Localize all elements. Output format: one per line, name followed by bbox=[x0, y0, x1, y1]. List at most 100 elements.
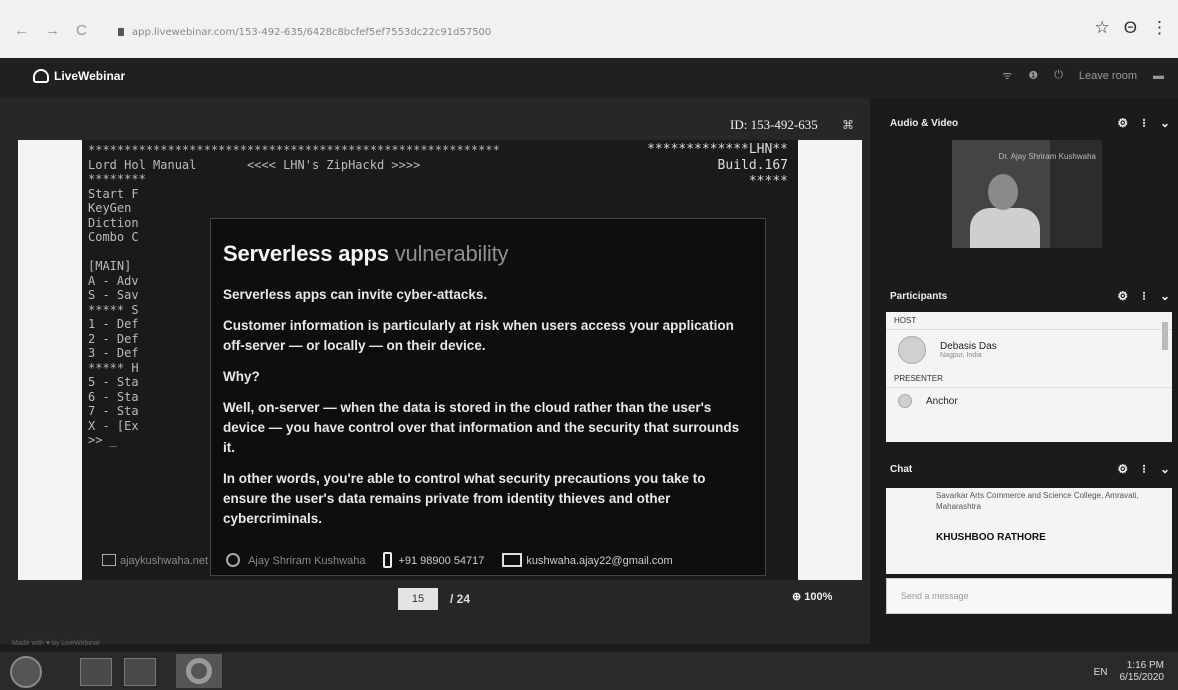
slide-title-main: Serverless apps bbox=[223, 241, 389, 266]
at-icon bbox=[226, 553, 241, 567]
slide-title-muted: vulnerability bbox=[394, 241, 509, 266]
chevron-down-icon[interactable]: ⌄ bbox=[1160, 289, 1170, 303]
zoom-icon: ⊕ bbox=[792, 591, 802, 603]
nav-buttons: ← → C bbox=[14, 22, 87, 39]
language-indicator[interactable]: EN bbox=[1094, 667, 1108, 678]
participant-row[interactable]: Anchor bbox=[886, 388, 1172, 414]
console-header-line: *************LHN** bbox=[647, 142, 788, 157]
browser-menu-icon[interactable]: ⋮ bbox=[1151, 18, 1168, 38]
slide-paragraph: In other words, you're able to control w… bbox=[223, 471, 706, 526]
fullscreen-icon[interactable]: ⌘ bbox=[842, 118, 854, 132]
chrome-icon bbox=[186, 658, 212, 684]
console-line: KeyGen bbox=[88, 201, 132, 215]
slide-content-card: Serverless apps vulnerability Serverless… bbox=[210, 218, 766, 576]
avatar bbox=[898, 336, 926, 364]
email-text: kushwaha.ajay22@gmail.com bbox=[526, 555, 673, 567]
presenter-section-label: PRESENTER bbox=[886, 370, 1172, 388]
zoom-control[interactable]: ⊕ 100% bbox=[792, 590, 832, 603]
presenter-figure-head bbox=[988, 174, 1018, 210]
layout-icon[interactable]: ▬ bbox=[1153, 70, 1164, 82]
page-number-input[interactable]: 15 bbox=[398, 588, 438, 610]
chevron-down-icon[interactable]: ⌄ bbox=[1160, 116, 1170, 130]
slide-paragraph: Serverless apps can invite cyber-attacks… bbox=[223, 287, 488, 302]
system-tray: EN 1:16 PM 6/15/2020 bbox=[1094, 660, 1164, 684]
clock-date: 6/15/2020 bbox=[1119, 672, 1165, 683]
console-line: ****************************************… bbox=[88, 143, 500, 157]
console-line: Start F bbox=[88, 186, 139, 201]
more-icon[interactable]: ⁝ bbox=[1142, 462, 1146, 476]
gear-icon[interactable]: ⚙ bbox=[1117, 289, 1128, 303]
made-with-label: Made with ♥ by LiveWebinar bbox=[12, 640, 101, 647]
header-controls: ᯤ ❶ ⏻ Leave room ▬ bbox=[1002, 68, 1164, 83]
console-header-line: ***** bbox=[748, 174, 788, 189]
clock-time: 1:16 PM bbox=[1126, 660, 1164, 671]
app-header: LiveWebinar ᯤ ❶ ⏻ Leave room ▬ bbox=[0, 58, 1178, 98]
excel-taskbar-icon[interactable] bbox=[80, 658, 112, 686]
avatar bbox=[898, 394, 912, 408]
phone-icon bbox=[383, 552, 393, 568]
account-icon[interactable]: Θ bbox=[1124, 18, 1137, 38]
brand-logo: LiveWebinar bbox=[33, 69, 125, 83]
info-icon[interactable]: ❶ bbox=[1028, 69, 1038, 82]
more-icon[interactable]: ⁝ bbox=[1142, 116, 1146, 130]
website-text: ajaykushwaha.net bbox=[120, 554, 209, 567]
signal-icon[interactable]: ᯤ bbox=[1002, 68, 1012, 83]
lock-icon bbox=[118, 28, 124, 36]
presentation-stage: ID: 153-492-635 ⌘ **********************… bbox=[0, 98, 870, 644]
chat-message-text: Savarkar Arts Commerce and Science Colle… bbox=[936, 491, 1139, 511]
footer-name: Ajay Shriram Kushwaha bbox=[226, 553, 365, 567]
brand-name: LiveWebinar bbox=[54, 69, 126, 83]
slide-title: Serverless apps vulnerability bbox=[223, 241, 753, 267]
livewebinar-logo-icon bbox=[33, 69, 49, 83]
page-total: / 24 bbox=[450, 592, 471, 606]
panel-controls: ⚙ ⁝ ⌄ bbox=[1117, 462, 1170, 476]
console-screenshot: ****************************************… bbox=[82, 140, 798, 580]
participant-name: Anchor bbox=[926, 395, 958, 407]
slide-paragraph: Customer information is particularly at … bbox=[223, 318, 734, 353]
participants-scrollbar[interactable] bbox=[1162, 322, 1168, 350]
participants-header: Participants ⚙ ⁝ ⌄ bbox=[890, 285, 1170, 307]
chat-message-input[interactable]: Send a message bbox=[886, 578, 1172, 614]
footer-website: ajaykushwaha.net bbox=[102, 553, 209, 567]
slide-footer: ajaykushwaha.net Ajay Shriram Kushwaha +… bbox=[82, 540, 798, 580]
clock[interactable]: 1:16 PM 6/15/2020 bbox=[1120, 660, 1165, 684]
meeting-id: ID: 153-492-635 bbox=[730, 117, 818, 132]
footer-email: kushwaha.ajay22@gmail.com bbox=[502, 553, 673, 567]
presenter-video[interactable]: Dr. Ajay Shriram Kushwaha bbox=[952, 140, 1102, 248]
leave-room-button[interactable]: Leave room bbox=[1079, 70, 1137, 82]
audio-video-title: Audio & Video bbox=[890, 117, 959, 129]
more-icon[interactable]: ⁝ bbox=[1142, 289, 1146, 303]
presenter-figure-body bbox=[970, 208, 1040, 248]
start-button[interactable] bbox=[10, 656, 42, 688]
panel-controls: ⚙ ⁝ ⌄ bbox=[1117, 116, 1170, 130]
bookmark-star-icon[interactable]: ☆ bbox=[1095, 18, 1110, 38]
forward-button[interactable]: → bbox=[45, 22, 60, 39]
participants-list: HOST Debasis Das Nagpur, India PRESENTER… bbox=[886, 312, 1172, 442]
name-text: Ajay Shriram Kushwaha bbox=[248, 555, 366, 567]
audio-video-header: Audio & Video ⚙ ⁝ ⌄ bbox=[890, 112, 1170, 134]
participant-location: Nagpur, India bbox=[940, 352, 982, 359]
slide-paragraph: Why? bbox=[223, 369, 260, 384]
back-button[interactable]: ← bbox=[14, 22, 29, 39]
browser-toolbar: ← → C app.livewebinar.com/153-492-635/64… bbox=[0, 0, 1178, 58]
slide-pager: 15 / 24 bbox=[398, 588, 470, 610]
mail-icon bbox=[502, 553, 523, 567]
chrome-taskbar-icon[interactable] bbox=[176, 654, 222, 688]
host-section-label: HOST bbox=[886, 312, 1172, 330]
gear-icon[interactable]: ⚙ bbox=[1117, 462, 1128, 476]
phone-text: +91 98900 54717 bbox=[398, 555, 485, 567]
chevron-down-icon[interactable]: ⌄ bbox=[1160, 462, 1170, 476]
chat-title: Chat bbox=[890, 463, 913, 475]
gear-icon[interactable]: ⚙ bbox=[1117, 116, 1128, 130]
website-icon bbox=[102, 553, 116, 566]
slide: ****************************************… bbox=[18, 140, 862, 580]
reload-button[interactable]: C bbox=[76, 22, 87, 39]
power-icon[interactable]: ⏻ bbox=[1054, 69, 1063, 82]
url-text: app.livewebinar.com/153-492-635/6428c8bc… bbox=[132, 27, 492, 38]
console-header: *************LHN** Build.167 ***** bbox=[647, 142, 788, 190]
participant-row[interactable]: Debasis Das Nagpur, India bbox=[886, 330, 1172, 370]
word-taskbar-icon[interactable] bbox=[124, 658, 156, 686]
address-bar[interactable]: app.livewebinar.com/153-492-635/6428c8bc… bbox=[118, 27, 491, 38]
console-header-line: Build.167 bbox=[717, 158, 788, 173]
windows-taskbar: EN 1:16 PM 6/15/2020 bbox=[0, 652, 1178, 690]
